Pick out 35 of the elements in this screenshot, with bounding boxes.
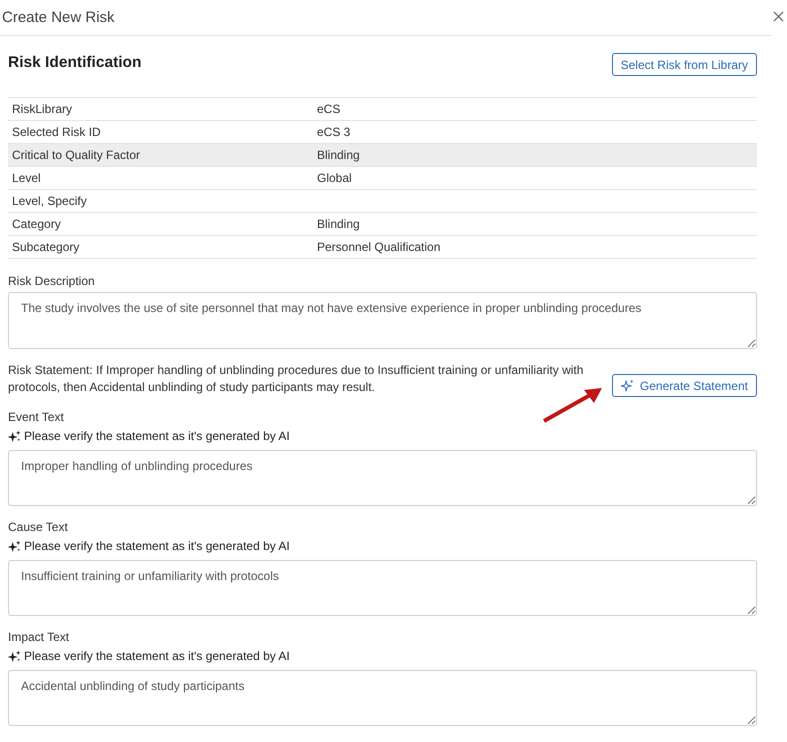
text-field[interactable]: Insufficient training or unfamiliarity with protocols [8, 560, 757, 616]
section-title: Risk Identification [8, 54, 142, 72]
table-cell-text: Selected Risk ID [11, 125, 102, 139]
sparkle-icon [8, 650, 21, 663]
sparkle-icon [8, 430, 21, 443]
table-cell-text: eCS 3 [317, 125, 352, 139]
table-cell-text: Category [11, 217, 62, 231]
field-label: Impact Text [8, 629, 70, 646]
table-cell-text: Level, Specify [11, 194, 88, 208]
select-from-library-button[interactable]: Select Risk from Library [612, 53, 757, 76]
table-cell-text: Blinding [317, 217, 361, 231]
dialog-title: Create New Risk [1, 9, 115, 26]
field-label: Risk Description [8, 273, 96, 290]
table-cell-text: Personnel Qualification [317, 240, 442, 254]
ai-verify-hint: Please verify the statement as it's generated by AI [24, 648, 290, 665]
table-cell-text: RiskLibrary [11, 102, 74, 116]
pointer-arrow [542, 386, 604, 424]
sparkle-icon [8, 540, 21, 553]
table-cell-text: Blinding [317, 148, 361, 162]
close-icon[interactable] [773, 10, 784, 22]
table-cell-text: eCS [317, 102, 342, 116]
text-field[interactable]: Accidental unblinding of study participants [8, 670, 757, 726]
table-cell-text: Global [317, 171, 353, 185]
table-cell-text: Subcategory [11, 240, 80, 254]
sparkle-icon [620, 379, 634, 392]
risk-statement-text: Risk Statement: If Improper handling of unblinding procedures due to Insufficient training or unfamiliarity with protocols, then Accidental unblinding of study participants may result. [8, 362, 584, 396]
ai-verify-hint: Please verify the statement as it's generated by AI [24, 538, 290, 555]
table-cell-text: Critical to Quality Factor [11, 148, 142, 162]
field-label: Event Text [8, 409, 65, 426]
ai-verify-hint: Please verify the statement as it's generated by AI [24, 428, 290, 445]
risk-description-field[interactable]: The study involves the use of site personnel that may not have extensive experience in proper unblinding procedures [8, 292, 757, 349]
table-cell-text: Level [11, 171, 42, 185]
generate-statement-button[interactable]: Generate Statement [612, 374, 757, 397]
text-field[interactable]: Improper handling of unblinding procedures [8, 450, 757, 506]
field-label: Cause Text [8, 519, 69, 536]
